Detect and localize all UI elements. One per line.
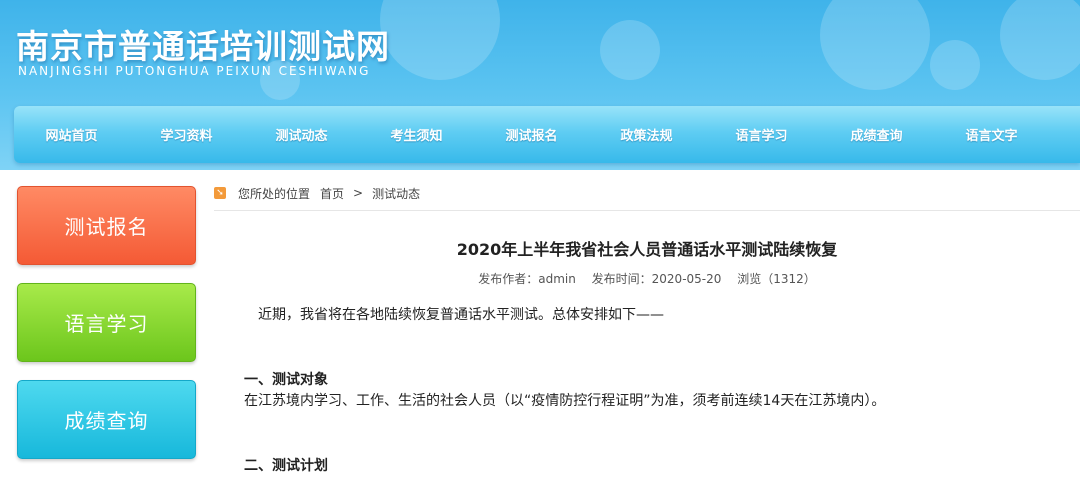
main-nav: 网站首页 学习资料 测试动态 考生须知 测试报名 政策法规 语言学习 成绩查询 …: [14, 106, 1080, 163]
nav-item-test-news[interactable]: 测试动态: [244, 125, 359, 144]
breadcrumb: ➘ 您所处的位置 首页 > 测试动态: [214, 183, 1080, 203]
article-author: 发布作者：admin: [478, 272, 576, 286]
breadcrumb-home-link[interactable]: 首页: [320, 185, 344, 202]
nav-item-test-signup[interactable]: 测试报名: [474, 125, 589, 144]
breadcrumb-separator: >: [353, 186, 364, 200]
nav-item-language-study[interactable]: 语言学习: [704, 125, 819, 144]
breadcrumb-divider: [214, 210, 1080, 211]
sidebar-language-study-button[interactable]: 语言学习: [17, 283, 196, 362]
article-meta: 发布作者：admin 发布时间：2020-05-20 浏览（1312）: [214, 270, 1080, 287]
nav-item-home[interactable]: 网站首页: [14, 125, 129, 144]
site-title: 南京市普通话培训测试网: [16, 27, 390, 66]
article-intro: 近期，我省将在各地陆续恢复普通话水平测试。总体安排如下——: [258, 307, 664, 323]
location-icon: ➘: [214, 187, 226, 199]
section-heading-2: 二、测试计划: [244, 458, 328, 474]
nav-item-language-text[interactable]: 语言文字: [934, 125, 1049, 144]
section-text-1: 在江苏境内学习、工作、生活的社会人员（以“疫情防控行程证明”为准，须考前连续14…: [244, 393, 886, 409]
sidebar-score-query-button[interactable]: 成绩查询: [17, 380, 196, 459]
site-subtitle: NANJINGSHI PUTONGHUA PEIXUN CESHIWANG: [18, 64, 371, 78]
nav-item-score-query[interactable]: 成绩查询: [819, 125, 934, 144]
section-heading-1: 一、测试对象: [244, 372, 328, 388]
article-views: 浏览（1312）: [737, 272, 816, 286]
article-date: 发布时间：2020-05-20: [591, 272, 722, 286]
nav-item-policies[interactable]: 政策法规: [589, 125, 704, 144]
sidebar-signup-button[interactable]: 测试报名: [17, 186, 196, 265]
breadcrumb-current-link[interactable]: 测试动态: [372, 185, 420, 202]
breadcrumb-prefix: 您所处的位置: [238, 186, 311, 201]
nav-item-study-materials[interactable]: 学习资料: [129, 125, 244, 144]
article-title: 2020年上半年我省社会人员普通话水平测试陆续恢复: [456, 240, 838, 259]
nav-item-candidate-notice[interactable]: 考生须知: [359, 125, 474, 144]
